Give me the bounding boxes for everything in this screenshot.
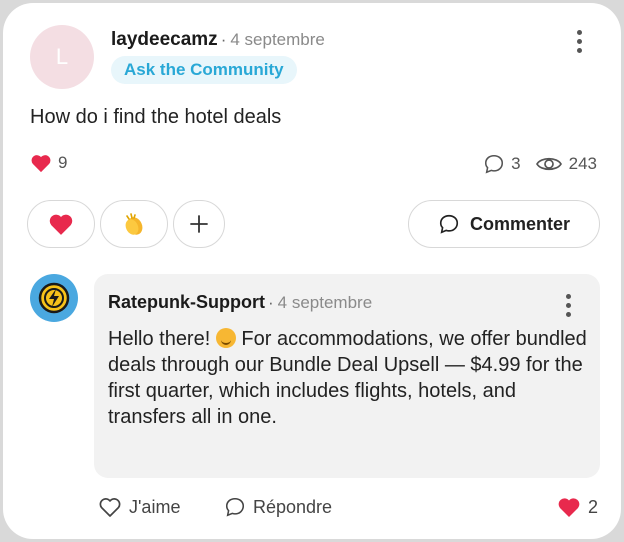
eye-icon bbox=[535, 157, 562, 171]
heart-icon bbox=[49, 214, 73, 235]
reply-more-options-icon[interactable] bbox=[566, 294, 572, 317]
reply-text: Hello there! For accommodations, we offe… bbox=[108, 326, 588, 430]
heart-outline-icon bbox=[99, 498, 121, 517]
react-heart-button[interactable] bbox=[27, 200, 95, 248]
views-count: 243 bbox=[568, 154, 597, 173]
react-clap-button[interactable] bbox=[100, 200, 168, 248]
comment-bubble-icon bbox=[439, 214, 459, 234]
plus-icon bbox=[190, 215, 208, 233]
comment-button[interactable]: Commenter bbox=[408, 200, 600, 248]
reply-bubble: Ratepunk-Support · 4 septembre Hello there… bbox=[94, 274, 600, 478]
add-reaction-button[interactable] bbox=[173, 200, 225, 248]
reply-header: Ratepunk-Support · 4 septembre bbox=[108, 292, 372, 313]
reply-label: Répondre bbox=[253, 496, 333, 517]
support-avatar[interactable] bbox=[30, 274, 78, 322]
reply-text-start: Hello there! bbox=[108, 328, 211, 350]
smiling-face-icon bbox=[215, 328, 236, 348]
reply-likes[interactable]: 2 bbox=[557, 496, 598, 518]
heart-icon bbox=[558, 498, 580, 517]
author-avatar[interactable]: L bbox=[30, 25, 94, 89]
reply-likes-count: 2 bbox=[588, 496, 599, 517]
like-label: J'aime bbox=[129, 496, 181, 517]
comment-bubble-icon bbox=[225, 497, 245, 517]
clapping-hands-icon bbox=[125, 213, 143, 235]
separator-dot: · bbox=[268, 293, 274, 312]
comment-button-label: Commenter bbox=[469, 213, 571, 234]
comments-count: 3 bbox=[511, 154, 521, 173]
post-text: How do i find the hotel deals bbox=[30, 106, 282, 128]
like-reply-button[interactable]: J'aime bbox=[98, 496, 180, 518]
more-options-icon[interactable] bbox=[577, 30, 583, 53]
post-header: laydeecamz · 4 septembre Ask the Community bbox=[111, 29, 325, 84]
reply-button[interactable]: Répondre bbox=[224, 496, 332, 518]
post-stats: 3 243 bbox=[483, 153, 597, 175]
author-name[interactable]: laydeecamz bbox=[111, 29, 218, 50]
heart-icon bbox=[31, 155, 51, 173]
likes-count: 9 bbox=[58, 153, 68, 172]
separator-dot: · bbox=[220, 30, 227, 49]
post-card: L laydeecamz · 4 septembre Ask the Communi… bbox=[3, 3, 621, 539]
post-likes: 9 bbox=[30, 153, 67, 173]
post-date: 4 septembre bbox=[230, 30, 325, 49]
reply-date: 4 septembre bbox=[277, 293, 373, 312]
lightning-coin-icon bbox=[38, 282, 70, 314]
comment-bubble-icon bbox=[485, 154, 504, 174]
reply-author-name[interactable]: Ratepunk-Support bbox=[108, 292, 265, 312]
avatar-initial: L bbox=[55, 44, 69, 69]
category-tag[interactable]: Ask the Community bbox=[111, 56, 297, 84]
